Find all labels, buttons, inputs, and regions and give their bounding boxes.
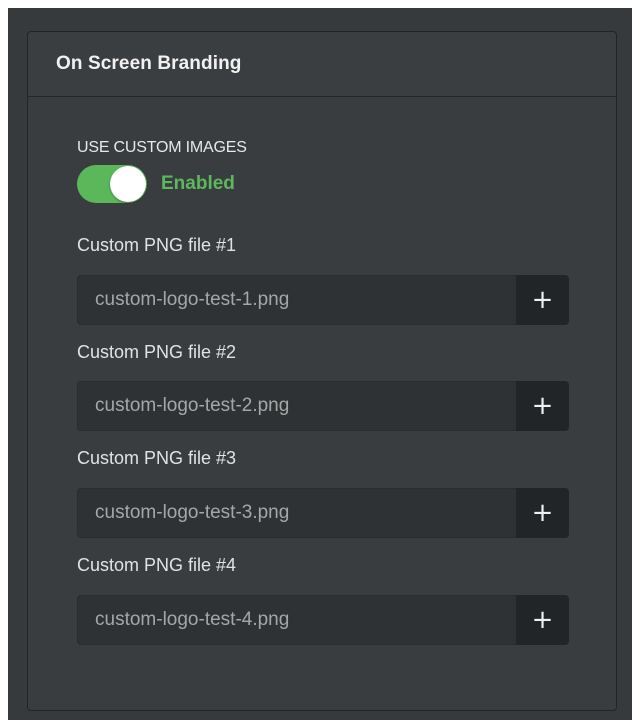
add-file-button-4[interactable]: + (516, 595, 569, 645)
use-custom-images-label: USE CUSTOM IMAGES (77, 139, 247, 156)
add-file-button-1[interactable]: + (516, 275, 569, 325)
custom-images-toggle-row: Enabled (77, 165, 235, 203)
file-label-4: Custom PNG file #4 (77, 555, 237, 575)
add-file-button-3[interactable]: + (516, 488, 569, 538)
custom-images-toggle[interactable] (77, 165, 147, 203)
panel-title: On Screen Branding (56, 53, 242, 74)
file-row-3: + (77, 488, 569, 538)
add-file-button-2[interactable]: + (516, 381, 569, 431)
file-label-3: Custom PNG file #3 (77, 448, 237, 468)
file-row-1: + (77, 275, 569, 325)
file-input-1[interactable] (77, 275, 516, 325)
file-input-2[interactable] (77, 381, 516, 431)
file-input-4[interactable] (77, 595, 516, 645)
file-input-3[interactable] (77, 488, 516, 538)
file-label-2: Custom PNG file #2 (77, 342, 237, 362)
settings-page: On Screen Branding USE CUSTOM IMAGES Ena… (8, 8, 632, 720)
toggle-knob (110, 166, 146, 202)
panel-header: On Screen Branding (28, 32, 616, 97)
file-label-1: Custom PNG file #1 (77, 235, 237, 255)
file-row-2: + (77, 381, 569, 431)
toggle-status-text: Enabled (161, 173, 235, 194)
file-row-4: + (77, 595, 569, 645)
on-screen-branding-panel: On Screen Branding USE CUSTOM IMAGES Ena… (27, 31, 617, 711)
